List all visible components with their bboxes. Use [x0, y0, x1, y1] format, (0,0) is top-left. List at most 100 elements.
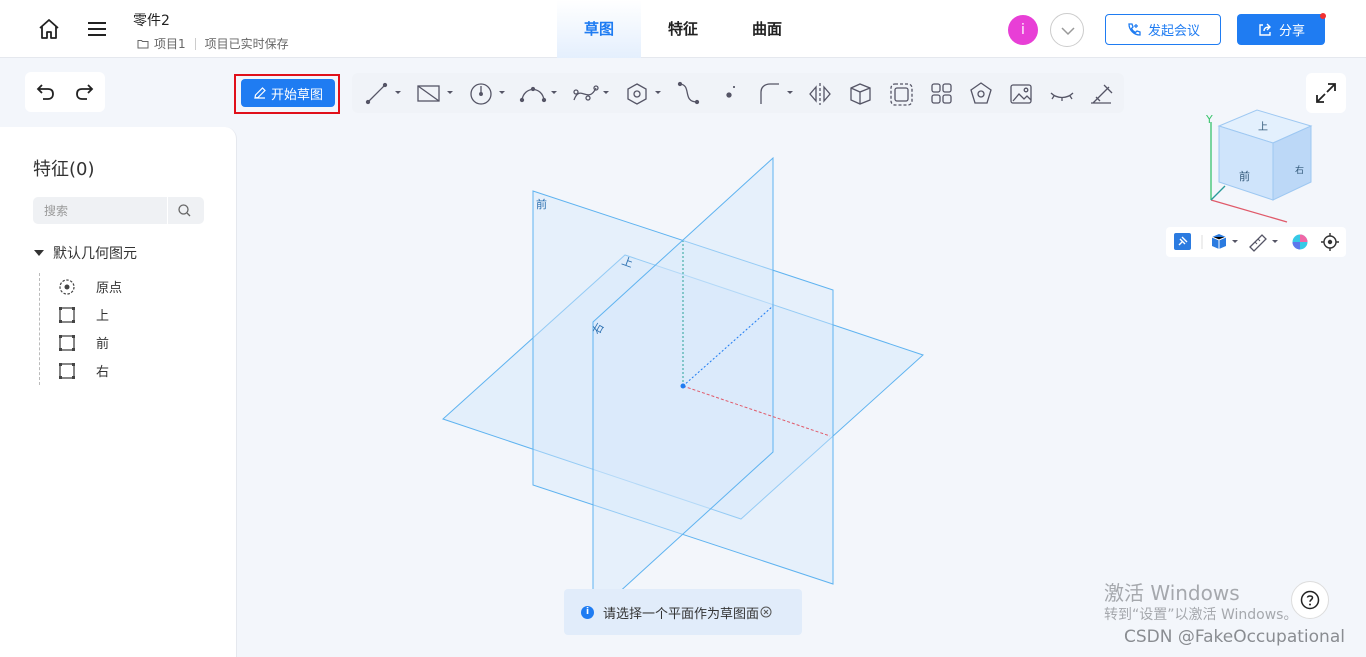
notification-dot: [1320, 13, 1326, 19]
tree-guide-line: [39, 273, 40, 385]
fillet-tool-icon[interactable]: [760, 83, 793, 104]
rectangle-tool-icon[interactable]: [417, 85, 453, 102]
share-button[interactable]: 分享: [1237, 14, 1325, 45]
info-icon: i: [581, 605, 594, 619]
tree-item-origin[interactable]: 原点: [58, 277, 122, 296]
csdn-watermark: CSDN @FakeOccupational: [1124, 627, 1345, 647]
history-controls: [25, 72, 105, 112]
locate-icon[interactable]: [1321, 233, 1339, 251]
right-plane-label: 右: [589, 320, 607, 337]
constraint-tool-icon[interactable]: [1091, 84, 1113, 104]
front-plane[interactable]: [532, 190, 834, 585]
chevron-down-icon: [1061, 27, 1075, 36]
share-label: 分享: [1278, 24, 1305, 39]
view-tool-icons: [1174, 233, 1339, 252]
redo-icon[interactable]: [72, 80, 96, 104]
pin-icon[interactable]: [1174, 233, 1191, 250]
top-plane[interactable]: [442, 254, 924, 520]
document-title[interactable]: 零件2: [133, 10, 170, 30]
hint-text: 请选择一个平面作为草图面: [603, 606, 760, 622]
tree-item-label: 上: [96, 309, 110, 324]
question-icon: [1300, 590, 1320, 610]
x-axis-line: [682, 385, 831, 437]
origin-point[interactable]: [680, 383, 686, 389]
tree-root-label: 默认几何图元: [53, 246, 137, 262]
cube-front-label: 前: [1239, 169, 1250, 183]
start-meeting-button[interactable]: 发起会议: [1105, 14, 1221, 45]
panel-title: 特征(0): [33, 159, 95, 180]
help-button[interactable]: [1291, 581, 1329, 619]
box-tool-icon[interactable]: [850, 83, 871, 105]
cube-top-label: 上: [1258, 121, 1268, 133]
color-icon[interactable]: [1292, 234, 1308, 250]
origin-icon: [59, 278, 75, 295]
plane-icon: [59, 362, 75, 379]
close-icon[interactable]: [760, 606, 772, 618]
line-tool-icon[interactable]: [365, 82, 402, 105]
spline-tool-icon[interactable]: [573, 85, 609, 101]
feature-panel: 特征(0) 默认几何图元 原点 上 前 右: [0, 127, 237, 657]
right-plane[interactable]: [592, 156, 774, 618]
cube-x-axis: [1210, 199, 1288, 223]
measure-icon[interactable]: [1249, 234, 1278, 252]
polygon-tool-icon[interactable]: [627, 83, 661, 105]
search-input[interactable]: [33, 197, 167, 224]
tab-sketch[interactable]: 草图: [557, 0, 641, 58]
divider: [194, 37, 196, 50]
shape-tool-icon[interactable]: [970, 82, 992, 104]
tab-surface[interactable]: 曲面: [725, 0, 809, 58]
share-icon: [1259, 23, 1271, 36]
start-sketch-label: 开始草图: [270, 87, 323, 103]
windows-activation-subtitle: 转到“设置”以激活 Windows。: [1104, 607, 1298, 623]
plane-icon: [59, 334, 75, 351]
tab-feature[interactable]: 特征: [641, 0, 725, 58]
view-tools: [1166, 227, 1346, 257]
avatar[interactable]: i: [1008, 15, 1038, 45]
pattern-tool-icon[interactable]: [931, 83, 952, 104]
tree-root-default-geometry[interactable]: 默认几何图元: [33, 243, 137, 263]
tree-item-right-plane[interactable]: 右: [58, 361, 109, 380]
view-cube[interactable]: Y 上 前 右: [1195, 100, 1325, 230]
top-header: 零件2 项目1 项目已实时保存 草图 特征 曲面 i 发起会议 分享: [0, 0, 1366, 58]
home-icon[interactable]: [37, 17, 61, 41]
sketch-toolbar: [352, 73, 1124, 113]
document-subtitle: 项目1 项目已实时保存: [137, 35, 289, 52]
undo-icon[interactable]: [34, 80, 58, 104]
hide-tool-icon[interactable]: [1050, 92, 1074, 101]
start-sketch-button[interactable]: 开始草图: [241, 79, 335, 107]
menu-icon[interactable]: [85, 17, 109, 41]
circle-tool-icon[interactable]: [470, 83, 505, 105]
display-mode-icon[interactable]: [1211, 234, 1238, 249]
tree-item-label: 右: [96, 365, 110, 380]
search-icon[interactable]: [177, 203, 192, 218]
pencil-icon: [254, 87, 266, 99]
tree-item-label: 原点: [96, 281, 123, 296]
cube-z-axis: [1210, 185, 1226, 201]
select-plane-hint: i 请选择一个平面作为草图面: [564, 589, 802, 635]
cube-right-label: 右: [1295, 164, 1304, 176]
tree-item-front-plane[interactable]: 前: [58, 333, 109, 352]
mirror-tool-icon[interactable]: [809, 83, 831, 105]
folder-icon: [137, 39, 149, 48]
front-plane-label: 前: [536, 197, 547, 211]
start-meeting-label: 发起会议: [1147, 24, 1200, 39]
offset-tool-icon[interactable]: [890, 83, 913, 106]
cube-y-axis-label: Y: [1205, 113, 1213, 126]
account-dropdown-button[interactable]: [1050, 13, 1084, 47]
top-plane-label: 上: [620, 254, 635, 270]
sketch-tools: [365, 81, 1113, 106]
tree-item-top-plane[interactable]: 上: [58, 305, 109, 324]
windows-activation-title: 激活 Windows: [1104, 581, 1240, 605]
divider: [167, 197, 168, 224]
y-axis-line: [682, 305, 774, 387]
project-name[interactable]: 项目1: [154, 35, 186, 52]
curve-tool-icon[interactable]: [677, 81, 700, 105]
arc-tool-icon[interactable]: [519, 86, 558, 103]
feature-search: [33, 197, 204, 224]
save-status: 项目已实时保存: [204, 37, 289, 51]
image-tool-icon[interactable]: [1010, 84, 1032, 104]
caret-down-icon[interactable]: [33, 247, 45, 259]
phone-icon: [1128, 22, 1141, 36]
mode-tabs: 草图 特征 曲面: [557, 0, 809, 58]
point-tool-icon[interactable]: [726, 86, 735, 98]
